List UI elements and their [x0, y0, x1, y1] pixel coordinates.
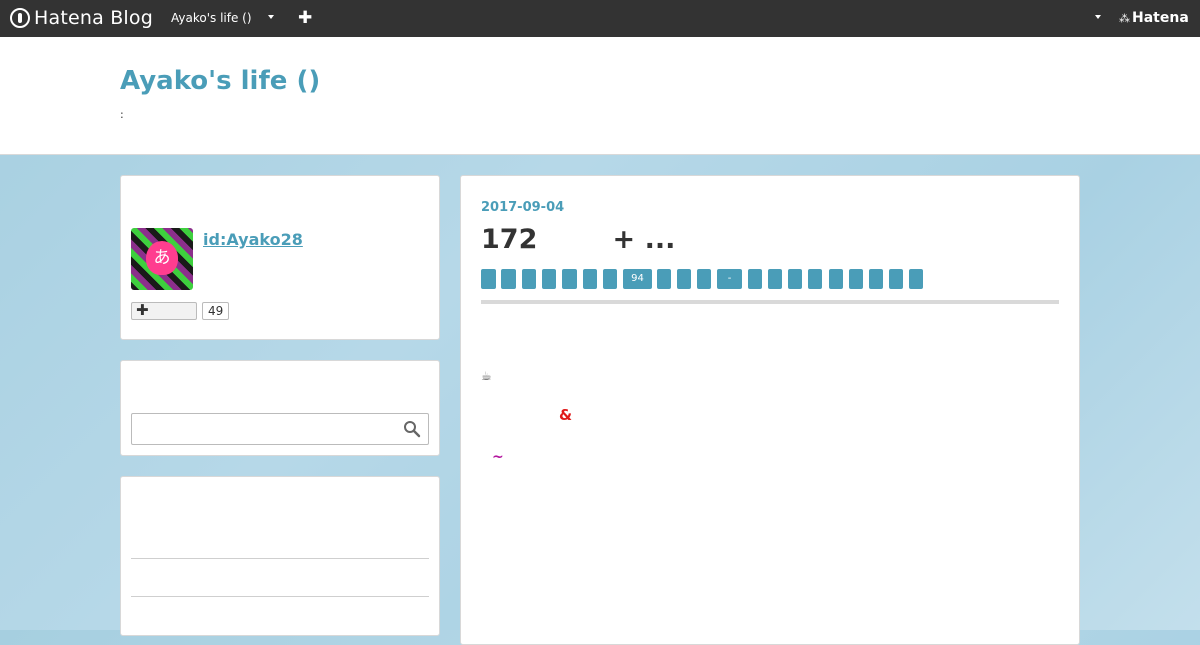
divider — [131, 558, 429, 559]
new-post-button[interactable]: ✚ — [298, 8, 312, 28]
blog-header: Ayako's life () : — [0, 37, 1200, 155]
body-text-tilde: ~ — [492, 449, 504, 465]
heart-icon: あ — [146, 241, 178, 275]
entry-title[interactable]: 172 + ... — [481, 224, 675, 255]
plus-icon: ✚ — [136, 301, 149, 319]
follow-button[interactable]: ✚ — [131, 301, 197, 320]
blog-description: : — [120, 108, 124, 121]
category-tag[interactable] — [829, 269, 843, 289]
category-tag[interactable] — [768, 269, 782, 289]
entry-article: 2017-09-04 172 + ... 94 - ☕ & ~ — [460, 175, 1080, 645]
category-tag[interactable] — [657, 269, 671, 289]
divider — [481, 300, 1059, 304]
hatena-brand-text: Hatena — [1132, 10, 1189, 26]
global-header: Hatena Blog Ayako's life () ✚ ⁂ Hatena — [0, 0, 1200, 37]
category-tag[interactable] — [522, 269, 536, 289]
hatena-mark-icon: ⁂ — [1119, 11, 1130, 25]
blog-switcher[interactable]: Ayako's life () — [171, 11, 252, 25]
category-tag[interactable] — [808, 269, 822, 289]
category-tag[interactable] — [748, 269, 762, 289]
coffee-icon: ☕ — [481, 369, 492, 383]
follower-count: 49 — [202, 302, 230, 320]
entry-date[interactable]: 2017-09-04 — [481, 200, 564, 215]
divider — [131, 596, 429, 597]
category-tag[interactable] — [583, 269, 597, 289]
category-tag[interactable] — [849, 269, 863, 289]
category-tag[interactable] — [677, 269, 691, 289]
avatar[interactable]: あ — [131, 228, 193, 290]
sidebar-module — [120, 476, 440, 636]
category-tag[interactable] — [501, 269, 516, 289]
category-tag[interactable] — [869, 269, 883, 289]
category-tag[interactable] — [481, 269, 496, 289]
category-tag[interactable]: 94 — [623, 269, 652, 289]
category-tag[interactable] — [909, 269, 923, 289]
category-tag[interactable] — [889, 269, 903, 289]
category-tag[interactable]: - — [717, 269, 742, 289]
search-icon[interactable] — [403, 420, 421, 438]
user-menu-chevron-icon[interactable] — [1095, 15, 1101, 19]
hatena-blog-logo-icon — [10, 8, 30, 28]
hatena-blog-logo[interactable]: Hatena Blog — [10, 7, 153, 29]
profile-id-link[interactable]: id:Ayako28 — [203, 230, 303, 249]
blog-title[interactable]: Ayako's life () — [120, 66, 320, 96]
profile-module: あ id:Ayako28 ✚ 49 — [120, 175, 440, 340]
chevron-down-icon[interactable] — [268, 15, 274, 19]
category-tag[interactable] — [542, 269, 556, 289]
search-module — [120, 360, 440, 456]
logo-text: Hatena Blog — [34, 7, 153, 29]
category-tag[interactable] — [562, 269, 577, 289]
body-text-amp: & — [559, 406, 573, 424]
search-input[interactable] — [131, 413, 429, 445]
hatena-brand-link[interactable]: ⁂ Hatena — [1119, 10, 1189, 26]
category-tag[interactable] — [788, 269, 802, 289]
category-tag[interactable] — [603, 269, 617, 289]
category-tag[interactable] — [697, 269, 711, 289]
